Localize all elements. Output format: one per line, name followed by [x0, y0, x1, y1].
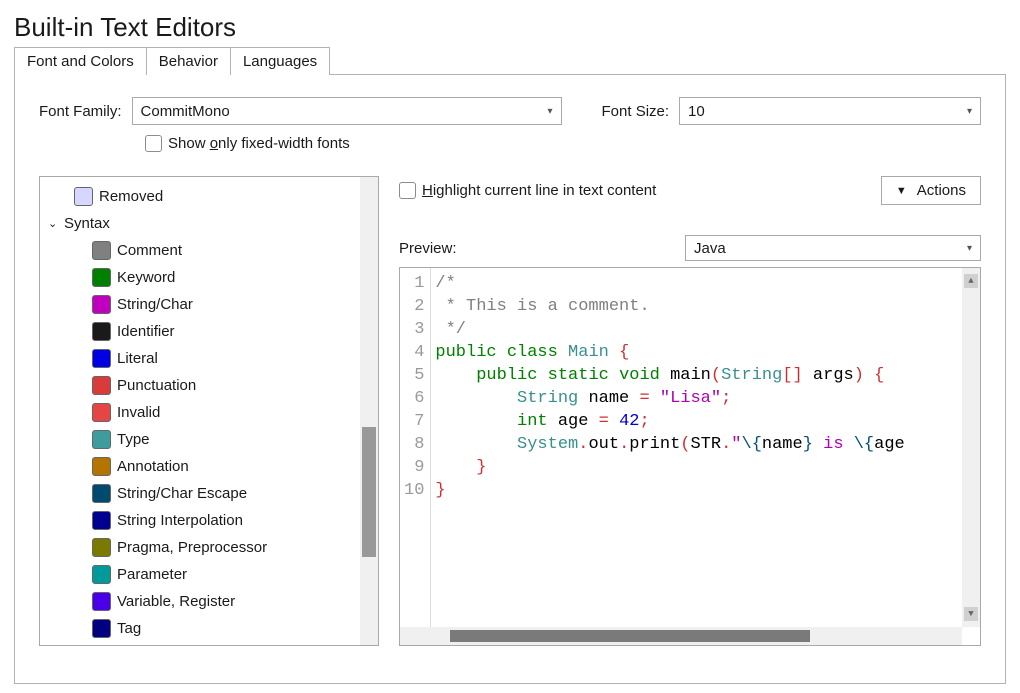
tree-scrollbar[interactable]	[360, 177, 378, 645]
tree-item[interactable]: Invalid	[48, 399, 360, 426]
preview-lang-value: Java	[694, 240, 726, 257]
tab-behavior[interactable]: Behavior	[146, 47, 231, 75]
tree-item[interactable]: Punctuation	[48, 372, 360, 399]
tree-item-label: Comment	[117, 242, 182, 259]
color-swatch	[92, 268, 111, 287]
tree-item-label: Identifier	[117, 323, 175, 340]
page-title: Built-in Text Editors	[14, 12, 1006, 43]
tree-item[interactable]: Removed	[48, 183, 360, 210]
font-family-value: CommitMono	[141, 103, 230, 120]
preview-lang-combo[interactable]: Java ▾	[685, 235, 981, 261]
tree-item[interactable]: Literal	[48, 345, 360, 372]
triangle-down-icon: ▼	[896, 185, 907, 197]
tree-item-label: Punctuation	[117, 377, 196, 394]
tab-bar: Font and ColorsBehaviorLanguages	[14, 47, 1006, 75]
tree-item[interactable]: String/Char	[48, 291, 360, 318]
tab-languages[interactable]: Languages	[230, 47, 330, 75]
editor-scrollbar-h-thumb[interactable]	[450, 630, 810, 642]
tree-item[interactable]: Parameter	[48, 561, 360, 588]
color-swatch	[74, 187, 93, 206]
color-tree: Removed ⌄ Syntax Comment Keyword String/Char I…	[39, 176, 379, 646]
color-swatch	[92, 376, 111, 395]
tree-group[interactable]: ⌄ Syntax	[48, 210, 360, 237]
editor-scrollbar-h[interactable]	[400, 627, 962, 645]
tree-item-label: Literal	[117, 350, 158, 367]
chevron-down-icon: ▾	[967, 243, 972, 254]
scroll-up-icon[interactable]: ▲	[964, 274, 978, 288]
chevron-down-icon: ▾	[547, 106, 552, 117]
tree-item[interactable]: Pragma, Preprocessor	[48, 534, 360, 561]
color-swatch	[92, 592, 111, 611]
color-swatch	[92, 430, 111, 449]
tab-panel-font-colors: Font Family: CommitMono ▾ Font Size: 10 …	[14, 74, 1006, 684]
font-family-label: Font Family:	[39, 103, 122, 120]
tree-item-label: Variable, Register	[117, 593, 235, 610]
tab-font-and-colors[interactable]: Font and Colors	[14, 47, 147, 75]
actions-button[interactable]: ▼ Actions	[881, 176, 981, 205]
highlight-line-label: Highlight current line in text content	[422, 182, 656, 199]
color-swatch	[92, 565, 111, 584]
preview-label: Preview:	[399, 240, 669, 257]
actions-label: Actions	[917, 182, 966, 199]
tree-item-label: Removed	[99, 188, 163, 205]
color-swatch	[92, 619, 111, 638]
tree-item[interactable]: String Interpolation	[48, 507, 360, 534]
chevron-down-icon: ▾	[967, 106, 972, 117]
tree-item-label: String/Char Escape	[117, 485, 247, 502]
color-swatch	[92, 457, 111, 476]
tree-item[interactable]: Identifier	[48, 318, 360, 345]
tree-item-label: String Interpolation	[117, 512, 243, 529]
fixed-width-label: Show only fixed-width fonts	[168, 135, 350, 152]
editor-code[interactable]: /* * This is a comment. */public class M…	[431, 268, 980, 645]
tree-item[interactable]: Tag	[48, 615, 360, 642]
color-swatch	[92, 295, 111, 314]
editor-gutter: 12345678910	[400, 268, 431, 645]
font-size-combo[interactable]: 10 ▾	[679, 97, 981, 125]
tree-item[interactable]: Annotation	[48, 453, 360, 480]
color-swatch	[92, 538, 111, 557]
highlight-line-checkbox[interactable]	[399, 182, 416, 199]
tree-item-label: Parameter	[117, 566, 187, 583]
fixed-width-checkbox[interactable]	[145, 135, 162, 152]
font-family-combo[interactable]: CommitMono ▾	[132, 97, 562, 125]
color-swatch	[92, 241, 111, 260]
font-size-value: 10	[688, 103, 705, 120]
tree-item[interactable]: Type	[48, 426, 360, 453]
tree-item-label: Tag	[117, 620, 141, 637]
tree-item[interactable]: String/Char Escape	[48, 480, 360, 507]
tree-item-label: Invalid	[117, 404, 160, 421]
tree-item[interactable]: Keyword	[48, 264, 360, 291]
tree-item[interactable]: Variable, Register	[48, 588, 360, 615]
color-swatch	[92, 403, 111, 422]
tree-item-label: Syntax	[64, 215, 110, 232]
tree-item[interactable]: Comment	[48, 237, 360, 264]
color-swatch	[92, 349, 111, 368]
chevron-down-icon[interactable]: ⌄	[48, 217, 58, 230]
color-swatch	[92, 511, 111, 530]
color-swatch	[92, 322, 111, 341]
tree-scrollbar-thumb[interactable]	[362, 427, 376, 557]
font-size-label: Font Size:	[602, 103, 670, 120]
tree-item-label: Pragma, Preprocessor	[117, 539, 267, 556]
preview-editor: 12345678910 /* * This is a comment. */pu…	[399, 267, 981, 646]
tree-item-label: Type	[117, 431, 150, 448]
tree-item-label: String/Char	[117, 296, 193, 313]
color-swatch	[92, 484, 111, 503]
tree-item-label: Keyword	[117, 269, 175, 286]
editor-scrollbar-v[interactable]: ▲ ▼	[962, 268, 980, 627]
scroll-down-icon[interactable]: ▼	[964, 607, 978, 621]
tree-item-label: Annotation	[117, 458, 189, 475]
